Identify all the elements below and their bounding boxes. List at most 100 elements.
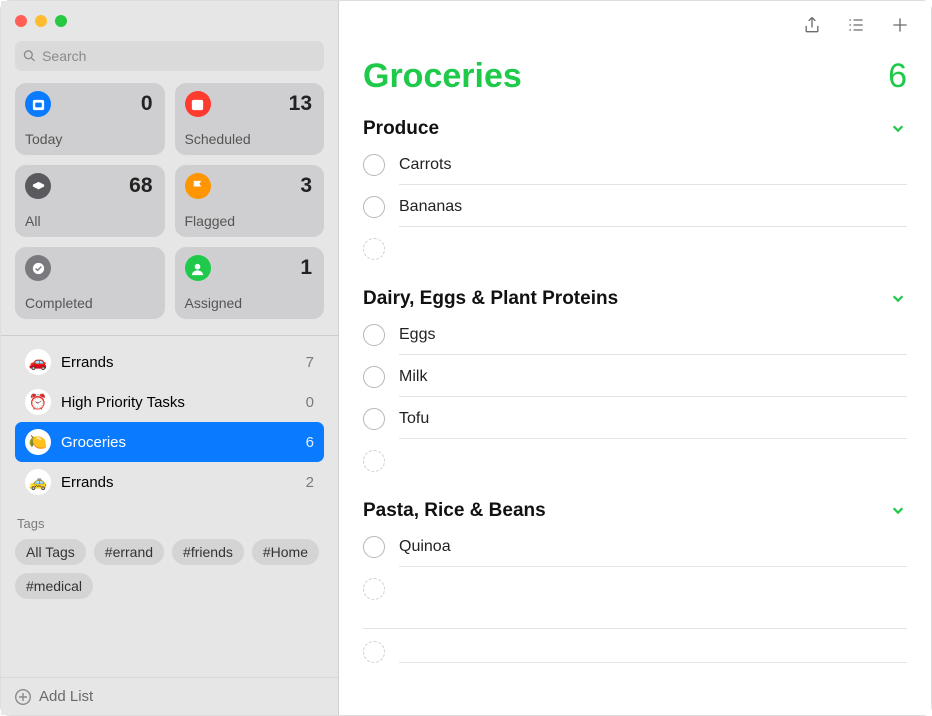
- reminder-complete-circle[interactable]: [363, 196, 385, 218]
- add-list-label: Add List: [39, 688, 93, 705]
- list-count: 6: [306, 434, 314, 451]
- list-name: Errands: [61, 474, 296, 491]
- reminder-row[interactable]: Quinoa: [363, 526, 907, 568]
- today-icon: [25, 91, 51, 117]
- assigned-icon: [185, 255, 211, 281]
- reminder-complete-circle[interactable]: [363, 154, 385, 176]
- all-icon: [25, 173, 51, 199]
- reminder-row[interactable]: Bananas: [363, 186, 907, 228]
- list-count: 7: [306, 354, 314, 371]
- new-reminder-button[interactable]: [889, 14, 911, 36]
- new-reminder-circle-icon[interactable]: [363, 641, 385, 663]
- section-collapse-button[interactable]: [891, 121, 907, 137]
- new-reminder-row[interactable]: [363, 628, 907, 675]
- reminder-row[interactable]: Milk: [363, 356, 907, 398]
- section-title: Pasta, Rice & Beans: [363, 500, 546, 522]
- smart-list-count: 3: [300, 174, 312, 198]
- smart-list-completed[interactable]: Completed: [15, 247, 165, 319]
- smart-list-today[interactable]: 0 Today: [15, 83, 165, 155]
- smart-list-count: 13: [289, 92, 312, 116]
- section-0: Produce Carrots Bananas: [363, 118, 907, 270]
- search-input[interactable]: [42, 48, 316, 64]
- new-reminder-in-section[interactable]: [363, 568, 907, 610]
- maximize-button[interactable]: [55, 15, 67, 27]
- section-collapse-button[interactable]: [891, 503, 907, 519]
- smart-list-scheduled[interactable]: 13 Scheduled: [175, 83, 325, 155]
- flagged-icon: [185, 173, 211, 199]
- section-collapse-button[interactable]: [891, 291, 907, 307]
- list-header: Groceries 6: [363, 57, 907, 96]
- smart-list-count: 1: [300, 256, 312, 280]
- list-name: Errands: [61, 354, 296, 371]
- section-title: Dairy, Eggs & Plant Proteins: [363, 288, 618, 310]
- search-icon: [23, 49, 36, 63]
- reminder-complete-circle[interactable]: [363, 536, 385, 558]
- smart-list-all[interactable]: 68 All: [15, 165, 165, 237]
- tags-container: All Tags #errand #friends #Home #medical: [15, 539, 324, 599]
- list-icon: 🚕: [25, 469, 51, 495]
- chevron-down-icon: [891, 291, 905, 305]
- search-field[interactable]: [15, 41, 324, 71]
- scheduled-icon: [185, 91, 211, 117]
- tag-friends[interactable]: #friends: [172, 539, 244, 565]
- smart-list-label: Scheduled: [185, 131, 313, 147]
- section-2: Pasta, Rice & Beans Quinoa: [363, 500, 907, 610]
- view-options-button[interactable]: [845, 14, 867, 36]
- main-panel: Groceries 6 Produce Carrots Bananas Dairy, …: [339, 1, 931, 715]
- tag-alltags[interactable]: All Tags: [15, 539, 86, 565]
- minimize-button[interactable]: [35, 15, 47, 27]
- list-icon: [846, 15, 866, 35]
- reminder-row[interactable]: Eggs: [363, 314, 907, 356]
- sidebar-list-groceries-2[interactable]: 🍋 Groceries 6: [15, 422, 324, 462]
- reminder-title[interactable]: Eggs: [399, 326, 907, 344]
- add-list-button[interactable]: Add List: [1, 677, 338, 715]
- new-reminder-in-section[interactable]: [363, 440, 907, 482]
- smart-list-label: Assigned: [185, 295, 313, 311]
- smart-list-assigned[interactable]: 1 Assigned: [175, 247, 325, 319]
- tag-medical[interactable]: #medical: [15, 573, 93, 599]
- reminder-title[interactable]: Tofu: [399, 410, 907, 428]
- sidebar: 0Today13Scheduled68All3FlaggedCompleted1…: [1, 1, 339, 715]
- list-name: Groceries: [61, 434, 296, 451]
- reminder-title[interactable]: Quinoa: [399, 538, 907, 556]
- close-button[interactable]: [15, 15, 27, 27]
- sidebar-list-high-priority-tasks-1[interactable]: ⏰High Priority Tasks0: [15, 382, 324, 422]
- list-icon: 🚗: [25, 349, 51, 375]
- section-title: Produce: [363, 118, 439, 140]
- list-name: High Priority Tasks: [61, 394, 296, 411]
- tag-errand[interactable]: #errand: [94, 539, 164, 565]
- reminder-complete-circle[interactable]: [363, 408, 385, 430]
- smart-list-label: All: [25, 213, 153, 229]
- tags-heading: Tags: [17, 516, 324, 531]
- list-icon: 🍋: [25, 429, 51, 455]
- new-reminder-in-section[interactable]: [363, 228, 907, 270]
- reminder-complete-circle[interactable]: [363, 366, 385, 388]
- section-1: Dairy, Eggs & Plant Proteins Eggs Milk Tofu: [363, 288, 907, 482]
- list-title: Groceries: [363, 57, 522, 96]
- smart-list-count: 0: [141, 92, 153, 116]
- list-count: 0: [306, 394, 314, 411]
- reminder-complete-circle[interactable]: [363, 324, 385, 346]
- smart-list-flagged[interactable]: 3Flagged: [175, 165, 325, 237]
- reminder-title[interactable]: Bananas: [399, 198, 907, 216]
- tag-home[interactable]: #Home: [252, 539, 319, 565]
- reminder-title[interactable]: Carrots: [399, 156, 907, 174]
- new-reminder-circle-icon[interactable]: [363, 450, 385, 472]
- new-reminder-circle-icon[interactable]: [363, 578, 385, 600]
- smart-list-label: Today: [25, 131, 153, 147]
- chevron-down-icon: [891, 121, 905, 135]
- share-button[interactable]: [801, 14, 823, 36]
- chevron-down-icon: [891, 503, 905, 517]
- sidebar-list-errands-3[interactable]: 🚕Errands2: [15, 462, 324, 502]
- share-icon: [802, 15, 822, 35]
- reminder-row[interactable]: Carrots: [363, 144, 907, 186]
- list-count: 6: [888, 57, 907, 96]
- smart-list-count: 68: [129, 174, 152, 198]
- user-lists: 🚗Errands7⏰High Priority Tasks0🍋Groceries…: [15, 342, 324, 502]
- plus-icon: [890, 15, 910, 35]
- reminder-title[interactable]: Milk: [399, 368, 907, 386]
- smart-lists-grid: 0Today13Scheduled68All3FlaggedCompleted1…: [15, 83, 324, 319]
- reminder-row[interactable]: Tofu: [363, 398, 907, 440]
- new-reminder-circle-icon[interactable]: [363, 238, 385, 260]
- sidebar-list-errands-0[interactable]: 🚗 Errands 7: [15, 342, 324, 382]
